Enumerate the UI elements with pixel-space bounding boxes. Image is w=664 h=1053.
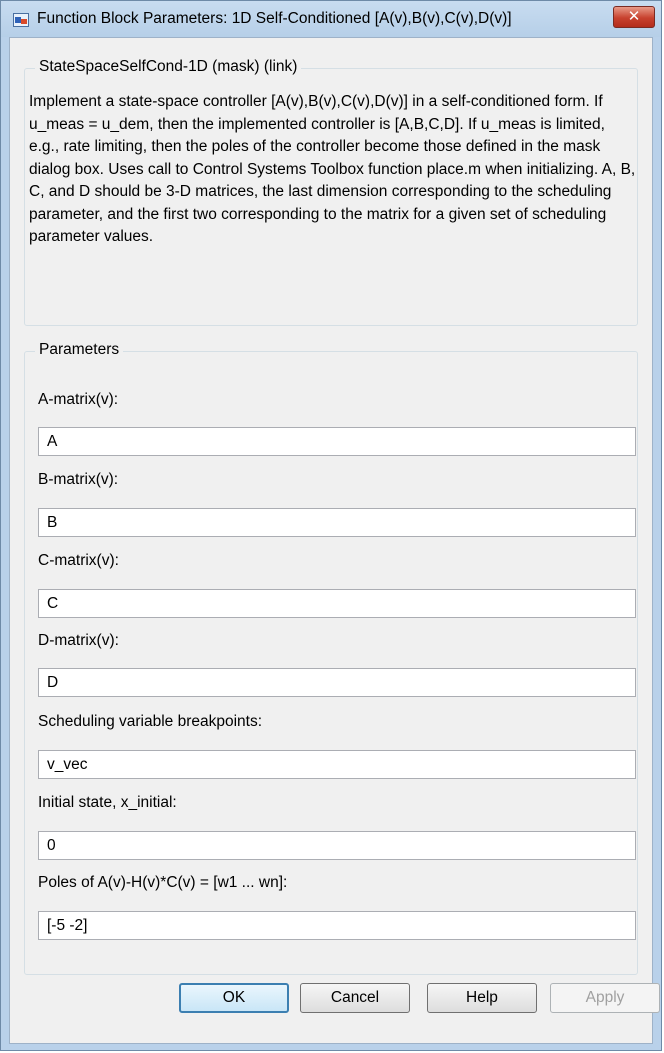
description-group: StateSpaceSelfCond-1D (mask) (link) Impl… (24, 58, 638, 326)
initial-state-input[interactable] (38, 831, 636, 860)
d-matrix-input[interactable] (38, 668, 636, 697)
c-matrix-label: C-matrix(v): (38, 552, 119, 569)
b-matrix-label: B-matrix(v): (38, 471, 119, 488)
scheduling-breakpoints-input[interactable] (38, 750, 636, 779)
simulink-block-icon (13, 13, 29, 27)
a-matrix-label: A-matrix(v): (38, 391, 119, 408)
apply-button: Apply (550, 983, 660, 1013)
parameters-group-title: Parameters (35, 341, 124, 359)
b-matrix-input[interactable] (38, 508, 636, 537)
scheduling-breakpoints-label: Scheduling variable breakpoints: (38, 713, 263, 730)
dialog-client-area: StateSpaceSelfCond-1D (mask) (link) Impl… (9, 37, 660, 1044)
dialog-window: Function Block Parameters: 1D Self-Condi… (0, 0, 662, 1051)
window-title: Function Block Parameters: 1D Self-Condi… (37, 10, 512, 27)
poles-input[interactable] (38, 911, 636, 940)
close-icon: ✕ (627, 8, 641, 25)
help-button[interactable]: Help (427, 983, 537, 1013)
poles-label: Poles of A(v)-H(v)*C(v) = [w1 ... wn]: (38, 874, 288, 891)
c-matrix-input[interactable] (38, 589, 636, 618)
a-matrix-input[interactable] (38, 427, 636, 456)
ok-button[interactable]: OK (179, 983, 289, 1013)
description-group-title: StateSpaceSelfCond-1D (mask) (link) (35, 58, 302, 76)
initial-state-label: Initial state, x_initial: (38, 794, 177, 811)
cancel-button[interactable]: Cancel (300, 983, 410, 1013)
title-bar[interactable]: Function Block Parameters: 1D Self-Condi… (1, 1, 661, 37)
close-button[interactable]: ✕ (613, 6, 655, 28)
description-text: Implement a state-space controller [A(v)… (29, 93, 636, 245)
d-matrix-label: D-matrix(v): (38, 632, 119, 649)
